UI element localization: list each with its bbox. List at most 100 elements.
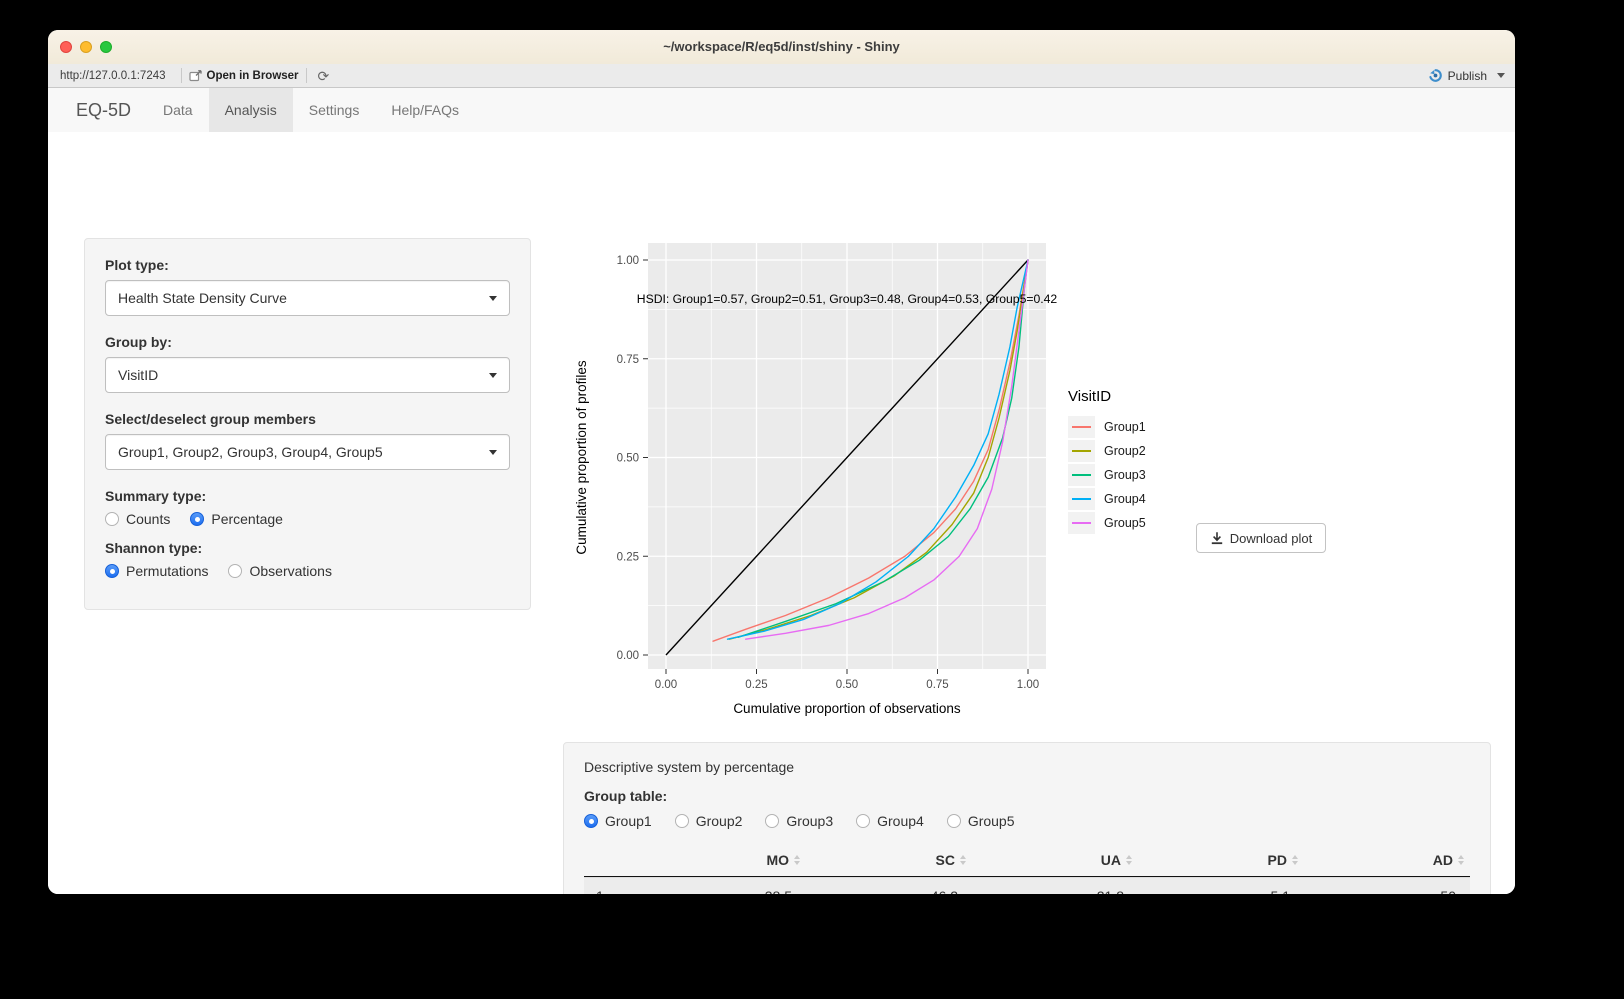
radio-dot xyxy=(195,517,200,522)
sort-down-icon xyxy=(1458,861,1464,865)
row-name-cell: 1 xyxy=(584,888,640,894)
y-tick-label: 1.00 xyxy=(617,255,639,267)
legend-label: Group2 xyxy=(1104,444,1146,458)
group-table-radio-group5[interactable]: Group5 xyxy=(947,813,1015,829)
column-header-label: SC xyxy=(936,852,955,868)
hsdc-plot: HSDI: Group1=0.57, Group2=0.51, Group3=0… xyxy=(560,235,1060,727)
summary-radio-label: Percentage xyxy=(211,511,283,527)
controls-panel: Plot type: Health State Density Curve Gr… xyxy=(84,238,531,610)
table-header-ad[interactable]: AD xyxy=(1304,852,1470,868)
chevron-down-icon xyxy=(489,296,497,301)
table-cell: 5.1 xyxy=(1138,888,1304,894)
open-in-browser-label: Open in Browser xyxy=(207,70,299,82)
publish-dropdown-caret[interactable] xyxy=(1497,73,1505,78)
group-table-radio-label: Group4 xyxy=(877,813,924,829)
app-window: ~/workspace/R/eq5d/inst/shiny - Shiny ht… xyxy=(48,30,1515,894)
radio-unchecked-icon xyxy=(765,814,779,828)
tab-help-faqs[interactable]: Help/FAQs xyxy=(375,88,475,132)
publish-icon xyxy=(1428,68,1443,83)
open-in-browser-icon xyxy=(189,70,202,82)
toolbar-divider xyxy=(181,68,182,83)
x-tick-label: 0.50 xyxy=(836,679,858,691)
tab-data[interactable]: Data xyxy=(147,88,209,132)
chevron-down-icon xyxy=(489,373,497,378)
sort-up-icon xyxy=(1292,855,1298,859)
toolbar-divider xyxy=(306,68,307,83)
y-axis-title: Cumulative proportion of profiles xyxy=(574,360,589,555)
chevron-down-icon xyxy=(489,450,497,455)
shannon-type-label: Shannon type: xyxy=(105,540,510,556)
shannon-radio-observations[interactable]: Observations xyxy=(228,563,331,579)
table-header-sc[interactable]: SC xyxy=(806,852,972,868)
group-table-radio-label: Group2 xyxy=(696,813,743,829)
table-header-row: MO SC UA PD AD xyxy=(584,844,1470,877)
shannon-radio-permutations[interactable]: Permutations xyxy=(105,563,208,579)
group-by-select[interactable]: VisitID xyxy=(105,357,510,393)
url-text: http://127.0.0.1:7243 xyxy=(58,70,174,82)
download-icon xyxy=(1210,531,1224,545)
y-tick-label: 0.75 xyxy=(617,354,639,366)
sort-up-icon xyxy=(960,855,966,859)
group-members-value: Group1, Group2, Group3, Group4, Group5 xyxy=(118,444,383,460)
tab-analysis[interactable]: Analysis xyxy=(209,88,293,132)
column-header-label: PD xyxy=(1268,852,1287,868)
summary-radio-counts[interactable]: Counts xyxy=(105,511,170,527)
legend-label: Group3 xyxy=(1104,468,1146,482)
legend-line-swatch xyxy=(1072,426,1091,428)
group-members-select[interactable]: Group1, Group2, Group3, Group4, Group5 xyxy=(105,434,510,470)
group-table-label: Group table: xyxy=(584,788,1470,804)
table-panel: Descriptive system by percentage Group t… xyxy=(563,742,1491,894)
radio-unchecked-icon xyxy=(105,512,119,526)
group-table-radio-group2[interactable]: Group2 xyxy=(675,813,743,829)
column-header-label: AD xyxy=(1433,852,1453,868)
legend-key xyxy=(1068,440,1095,462)
table-header-mo[interactable]: MO xyxy=(640,852,806,868)
sort-down-icon xyxy=(1126,861,1132,865)
legend-item-group3: Group3 xyxy=(1068,463,1146,487)
legend-label: Group5 xyxy=(1104,516,1146,530)
legend-line-swatch xyxy=(1072,474,1091,476)
sort-down-icon xyxy=(1292,861,1298,865)
table-header-ua[interactable]: UA xyxy=(972,852,1138,868)
group-table-radio-label: Group3 xyxy=(786,813,833,829)
group-members-label: Select/deselect group members xyxy=(105,411,510,427)
download-plot-button[interactable]: Download plot xyxy=(1196,523,1326,553)
sort-up-icon xyxy=(1458,855,1464,859)
table-header-pd[interactable]: PD xyxy=(1138,852,1304,868)
group-table-radio-label: Group5 xyxy=(968,813,1015,829)
descriptive-table: MOSCUAPDAD138.546.221.85.150261.552.670.… xyxy=(584,844,1470,894)
table-cell: 21.8 xyxy=(972,888,1138,894)
app-brand[interactable]: EQ-5D xyxy=(48,88,147,132)
legend-key xyxy=(1068,416,1095,438)
x-tick-label: 0.00 xyxy=(655,679,677,691)
x-axis-title: Cumulative proportion of observations xyxy=(733,701,961,716)
group-table-radio-group1[interactable]: Group1 xyxy=(584,813,652,829)
column-header-label: MO xyxy=(766,852,789,868)
legend-title: VisitID xyxy=(1068,388,1146,405)
summary-radio-label: Counts xyxy=(126,511,170,527)
x-tick-label: 0.25 xyxy=(745,679,767,691)
group-by-value: VisitID xyxy=(118,367,158,383)
shannon-type-radio-group: Permutations Observations xyxy=(105,563,510,579)
page-content: Plot type: Health State Density Curve Gr… xyxy=(48,132,1515,894)
refresh-icon[interactable]: ⟳ xyxy=(314,69,334,83)
summary-radio-percentage[interactable]: Percentage xyxy=(190,511,283,527)
open-in-browser-button[interactable]: Open in Browser xyxy=(189,70,299,82)
legend-line-swatch xyxy=(1072,498,1091,500)
tab-settings[interactable]: Settings xyxy=(293,88,376,132)
group-table-radio-group4[interactable]: Group4 xyxy=(856,813,924,829)
sort-arrows-icon xyxy=(1458,855,1464,865)
y-tick-label: 0.25 xyxy=(617,551,639,563)
y-tick-label: 0.50 xyxy=(617,453,639,465)
legend-label: Group4 xyxy=(1104,492,1146,506)
table-row[interactable]: 138.546.221.85.150 xyxy=(584,877,1470,894)
radio-unchecked-icon xyxy=(675,814,689,828)
legend-item-group5: Group5 xyxy=(1068,511,1146,535)
legend-item-group1: Group1 xyxy=(1068,415,1146,439)
group-table-radio-group3[interactable]: Group3 xyxy=(765,813,833,829)
sort-arrows-icon xyxy=(1126,855,1132,865)
publish-button[interactable]: Publish xyxy=(1428,68,1487,83)
plot-type-select[interactable]: Health State Density Curve xyxy=(105,280,510,316)
column-header-label: UA xyxy=(1101,852,1121,868)
sort-arrows-icon xyxy=(960,855,966,865)
